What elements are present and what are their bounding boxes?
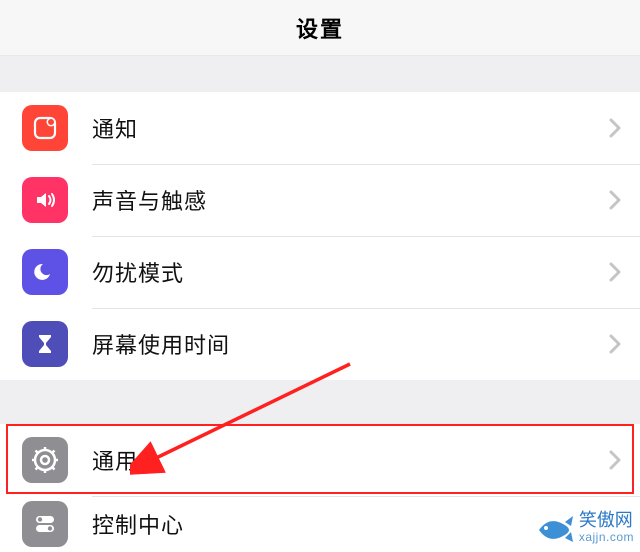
row-sounds[interactable]: 声音与触感 — [0, 164, 640, 236]
row-general[interactable]: 通用 — [0, 424, 640, 496]
row-label: 屏幕使用时间 — [92, 328, 608, 360]
moon-icon — [22, 249, 68, 295]
toggles-icon — [22, 501, 68, 547]
gear-icon — [22, 437, 68, 483]
row-label: 勿扰模式 — [92, 256, 608, 288]
page-title: 设置 — [296, 12, 344, 44]
section-gap — [0, 56, 640, 92]
chevron-right-icon — [608, 261, 622, 283]
section-gap — [0, 380, 640, 424]
row-notifications[interactable]: 通知 — [0, 92, 640, 164]
row-screen-time[interactable]: 屏幕使用时间 — [0, 308, 640, 380]
hourglass-icon — [22, 321, 68, 367]
chevron-right-icon — [608, 333, 622, 355]
watermark: 笑傲网 xajjn.com — [535, 511, 634, 544]
sound-icon — [22, 177, 68, 223]
chevron-right-icon — [608, 117, 622, 139]
settings-header: 设置 — [0, 0, 640, 56]
settings-group-1: 通知 声音与触感 勿扰模式 屏幕使用时间 — [0, 92, 640, 380]
row-label: 通知 — [92, 112, 608, 144]
row-label: 声音与触感 — [92, 184, 608, 216]
watermark-name: 笑傲网 — [579, 511, 634, 531]
row-label: 通用 — [92, 444, 608, 476]
chevron-right-icon — [608, 449, 622, 471]
watermark-url: xajjn.com — [579, 531, 634, 544]
chevron-right-icon — [608, 189, 622, 211]
row-do-not-disturb[interactable]: 勿扰模式 — [0, 236, 640, 308]
watermark-logo-icon — [535, 512, 575, 544]
notifications-icon — [22, 105, 68, 151]
